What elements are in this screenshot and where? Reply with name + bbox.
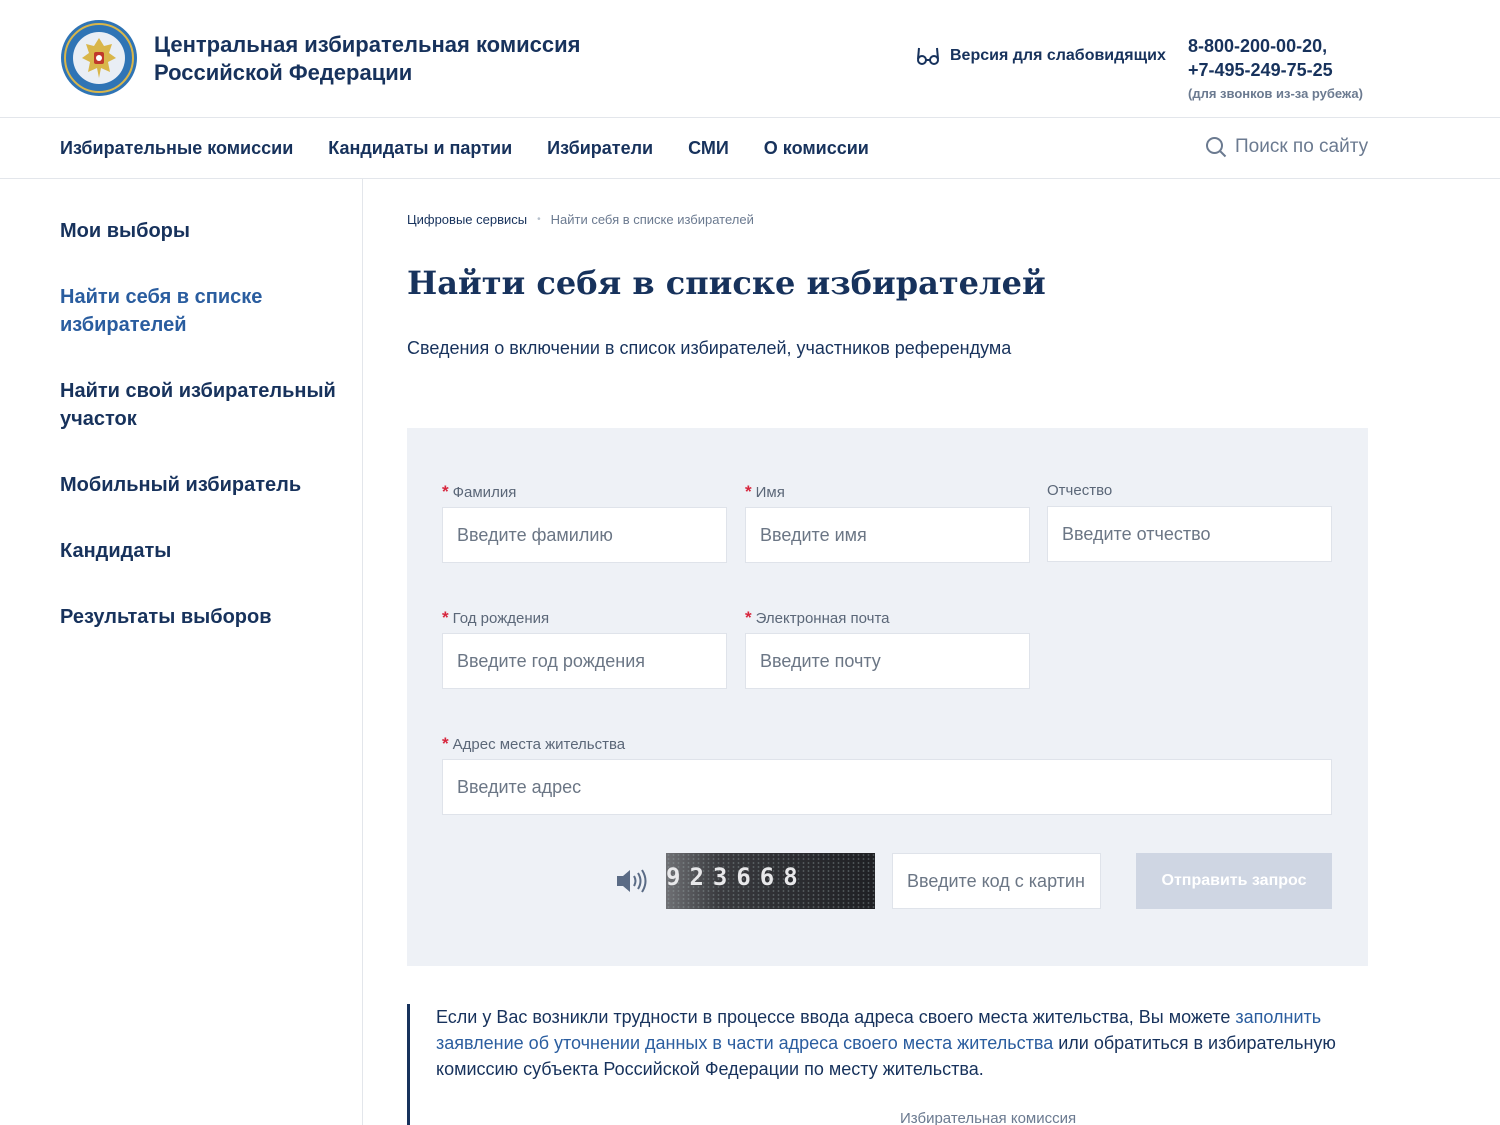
contact-phones: 8-800-200-00-20, +7-495-249-75-25 (для з…: [1188, 34, 1363, 101]
surname-label: * Фамилия: [442, 482, 517, 501]
address-input[interactable]: Введите адрес: [442, 759, 1332, 815]
site-search[interactable]: Поиск по сайту: [1205, 136, 1368, 158]
search-icon[interactable]: [1205, 136, 1227, 158]
page-title: Найти себя в списке избирателей: [407, 264, 1046, 302]
site-header: Центральная избирательная комиссия Росси…: [0, 0, 1500, 118]
nav-item-candidates-parties[interactable]: Кандидаты и партии: [328, 138, 512, 159]
surname-input[interactable]: Введите фамилию: [442, 507, 727, 563]
sidebar-item-candidates[interactable]: Кандидаты: [60, 537, 340, 565]
required-mark: *: [745, 482, 752, 501]
name-input[interactable]: Введите имя: [745, 507, 1030, 563]
required-mark: *: [442, 734, 449, 753]
required-mark: *: [745, 608, 752, 627]
main-navigation: Избирательные комиссии Кандидаты и парти…: [0, 118, 1500, 179]
captcha-image: 923668: [666, 853, 875, 909]
patronymic-input[interactable]: Введите отчество: [1047, 506, 1332, 562]
captcha-input[interactable]: Введите код с картин: [892, 853, 1101, 909]
email-label: * Электронная почта: [745, 608, 890, 627]
breadcrumb: Цифровые сервисы • Найти себя в списке и…: [407, 212, 754, 227]
sidebar-item-my-elections[interactable]: Мои выборы: [60, 217, 340, 245]
breadcrumb-digital-services[interactable]: Цифровые сервисы: [407, 212, 527, 227]
captcha-code: 923668: [666, 863, 807, 891]
phone-note: (для звонков из-за рубежа): [1188, 86, 1363, 101]
org-name-line2: Российской Федерации: [154, 60, 413, 85]
nav-item-voters[interactable]: Избиратели: [547, 138, 653, 159]
address-help-note: Если у Вас возникли трудности в процессе…: [407, 1004, 1368, 1125]
breadcrumb-current: Найти себя в списке избирателей: [550, 212, 754, 227]
email-input[interactable]: Введите почту: [745, 633, 1030, 689]
glasses-icon: [917, 47, 939, 65]
note-text-before: Если у Вас возникли трудности в процессе…: [436, 1007, 1236, 1027]
patronymic-label: Отчество: [1047, 482, 1113, 499]
required-mark: *: [442, 608, 449, 627]
organization-name[interactable]: Центральная избирательная комиссия Росси…: [154, 31, 614, 87]
name-label: * Имя: [745, 482, 785, 501]
submit-request-button[interactable]: Отправить запрос: [1136, 853, 1332, 909]
required-mark: *: [442, 482, 449, 501]
cec-emblem-icon[interactable]: [60, 16, 138, 100]
commission-caption: Избирательная комиссия: [900, 1110, 1077, 1125]
page-subtitle: Сведения о включении в список избирателе…: [407, 338, 1012, 358]
sidebar-item-mobile-voter[interactable]: Мобильный избиратель: [60, 471, 340, 499]
nav-item-media[interactable]: СМИ: [688, 138, 729, 159]
low-vision-label: Версия для слабовидящих: [950, 47, 1166, 64]
sidebar: Мои выборы Найти себя в списке избирател…: [0, 179, 363, 1125]
nav-item-about[interactable]: О комиссии: [764, 138, 869, 159]
speaker-icon[interactable]: [614, 866, 648, 896]
sidebar-item-election-results[interactable]: Результаты выборов: [60, 603, 340, 631]
nav-item-commissions[interactable]: Избирательные комиссии: [60, 138, 293, 159]
org-name-line1: Центральная избирательная комиссия: [154, 32, 581, 57]
phone-hotline[interactable]: 8-800-200-00-20,: [1188, 34, 1363, 58]
birth-year-label: * Год рождения: [442, 608, 550, 627]
breadcrumb-separator: •: [537, 214, 541, 225]
sidebar-item-find-in-voter-list[interactable]: Найти себя в списке избирателей: [60, 283, 340, 339]
address-label: * Адрес места жительства: [442, 734, 626, 753]
search-placeholder: Поиск по сайту: [1235, 136, 1369, 157]
sidebar-item-find-polling-station[interactable]: Найти свой избирательный участок: [60, 377, 340, 433]
low-vision-version-link[interactable]: Версия для слабовидящих: [916, 46, 1166, 66]
birth-year-input[interactable]: Введите год рождения: [442, 633, 727, 689]
phone-international[interactable]: +7-495-249-75-25: [1188, 58, 1363, 82]
